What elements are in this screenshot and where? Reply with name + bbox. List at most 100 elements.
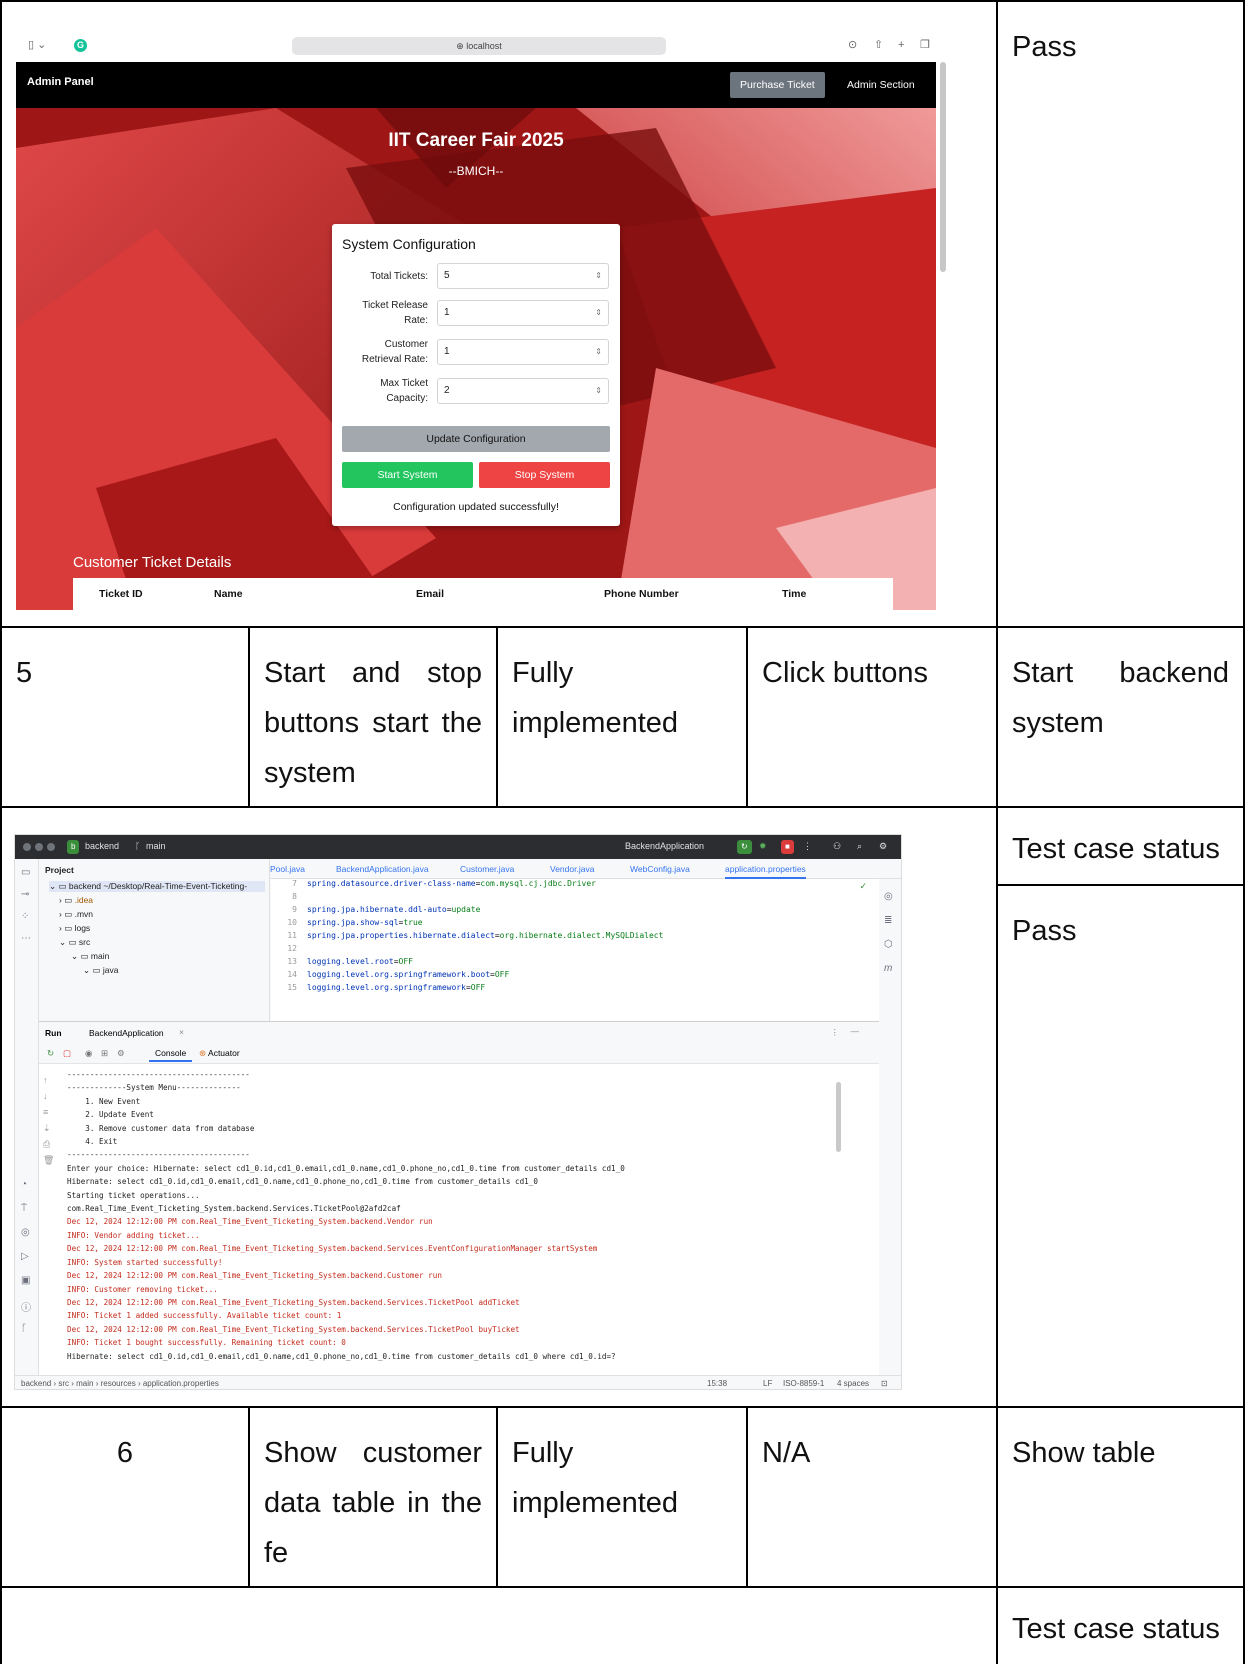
tree-item-main[interactable]: ⌄ ▭ main: [71, 951, 109, 962]
print-icon[interactable]: ⎙: [43, 1136, 59, 1152]
window-zoom-icon[interactable]: [47, 843, 55, 851]
debug-icon[interactable]: ✹: [759, 841, 767, 852]
close-tab-icon[interactable]: ×: [179, 1027, 184, 1037]
stop-system-button[interactable]: Stop System: [479, 462, 610, 488]
implementation-status: Fully implemented: [512, 657, 679, 739]
address-bar[interactable]: ⊕ localhost: [292, 37, 666, 55]
run-tool-icon[interactable]: ▷: [21, 1251, 29, 1262]
tab-webconfig[interactable]: WebConfig.java: [630, 864, 690, 874]
share-icon[interactable]: ⇧: [874, 38, 883, 52]
update-configuration-button[interactable]: Update Configuration: [342, 426, 610, 452]
stepper-icon[interactable]: ⇕: [595, 264, 602, 288]
account-icon[interactable]: ⚇: [833, 841, 841, 852]
tree-item-src[interactable]: ⌄ ▭ src: [59, 937, 90, 948]
services-tool-icon[interactable]: ◔: [21, 1179, 27, 1190]
console-line: Hibernate: select cd1_0.id,cd1_0.email,c…: [67, 1351, 616, 1361]
project-header[interactable]: Project: [45, 865, 74, 875]
row6-number: 6: [0, 1406, 250, 1588]
total-tickets-input[interactable]: 5 ⇕: [437, 263, 609, 289]
camera-icon[interactable]: ◉: [85, 1048, 92, 1059]
tree-item-logs[interactable]: › ▭ logs: [59, 923, 90, 934]
stepper-icon[interactable]: ⇕: [595, 379, 602, 403]
tab-customer[interactable]: Customer.java: [460, 864, 514, 874]
window-close-icon[interactable]: [23, 843, 31, 851]
rerun-icon[interactable]: ↻: [737, 840, 752, 854]
problems-tool-icon[interactable]: ⓘ: [21, 1299, 31, 1314]
tree-item-backend[interactable]: ⌄ ▭ backend ~/Desktop/Real-Time-Event-Ti…: [49, 881, 265, 892]
scroll-down-icon[interactable]: ↓: [43, 1088, 59, 1104]
sidebar-toggle-icon[interactable]: ▯ ⌄: [28, 38, 46, 52]
scroll-end-icon[interactable]: ⇣: [43, 1120, 59, 1136]
hide-panel-icon[interactable]: —: [851, 1026, 860, 1036]
tab-actuator[interactable]: ⊛ Actuator: [199, 1048, 240, 1059]
project-tree: Project ⌄ ▭ backend ~/Desktop/Real-Time-…: [39, 859, 270, 1021]
console-line: INFO: Vendor adding ticket...: [67, 1230, 200, 1240]
console-line: ----------------------------------------: [67, 1070, 250, 1079]
ai-assistant-icon[interactable]: ◎: [884, 891, 893, 902]
tab-console[interactable]: Console: [149, 1048, 193, 1062]
grammarly-icon[interactable]: G: [74, 39, 87, 52]
database-icon[interactable]: ≣: [884, 915, 892, 926]
debug-tool-icon[interactable]: ◎: [21, 1227, 30, 1238]
console-output[interactable]: ----------------------------------------…: [67, 1068, 827, 1374]
build-tool-icon[interactable]: ⍑: [21, 1203, 27, 1214]
navbar-brand[interactable]: Admin Panel: [27, 76, 94, 88]
rerun-icon[interactable]: ↻: [47, 1048, 54, 1059]
run-options-icon[interactable]: ⋮: [831, 1027, 840, 1038]
settings-icon[interactable]: ⚙: [117, 1048, 125, 1059]
project-tool-icon[interactable]: ▭: [21, 867, 30, 878]
nav-admin-section[interactable]: Admin Section: [837, 72, 925, 98]
release-rate-input[interactable]: 1 ⇕: [437, 300, 609, 326]
stop-run-icon[interactable]: ■: [781, 840, 794, 854]
code-editor[interactable]: 7 spring.datasource.driver-class-name=com…: [271, 879, 879, 1021]
tree-item-mvn[interactable]: › ▭ .mvn: [59, 909, 93, 920]
tab-pool[interactable]: Pool.java: [270, 864, 305, 874]
stepper-icon[interactable]: ⇕: [595, 301, 602, 325]
tree-item-java[interactable]: ⌄ ▭ java: [83, 965, 118, 976]
run-config-tab[interactable]: BackendApplication: [89, 1028, 164, 1038]
nav-purchase-ticket[interactable]: Purchase Ticket: [730, 72, 825, 98]
structure-tool-icon[interactable]: ⁘: [21, 911, 29, 922]
new-tab-icon[interactable]: +: [898, 38, 904, 52]
console-scrollbar[interactable]: [836, 1082, 841, 1152]
page-scrollbar[interactable]: [940, 62, 946, 272]
retrieval-rate-input[interactable]: 1 ⇕: [437, 339, 609, 365]
ide-title-bar: b backend ᚴ main BackendApplication ↻ ✹ …: [15, 835, 901, 859]
branch-name[interactable]: main: [146, 841, 166, 851]
status-breadcrumb[interactable]: backend › src › main › resources › appli…: [21, 1379, 219, 1388]
more-tools-icon[interactable]: ⋯: [21, 933, 31, 944]
indent-setting[interactable]: 4 spaces: [837, 1379, 869, 1388]
settings-icon[interactable]: ⚙: [879, 841, 887, 852]
project-name[interactable]: backend: [85, 841, 119, 851]
start-system-button[interactable]: Start System: [342, 462, 473, 488]
tab-vendor[interactable]: Vendor.java: [550, 864, 594, 874]
max-capacity-input[interactable]: 2 ⇕: [437, 378, 609, 404]
clear-icon[interactable]: 🗑: [43, 1152, 59, 1168]
lock-icon[interactable]: ⊡: [881, 1379, 888, 1388]
terminal-tool-icon[interactable]: ▣: [21, 1275, 30, 1286]
tree-item-idea[interactable]: › ▭ .idea: [59, 895, 93, 906]
restore-icon[interactable]: ⊞: [101, 1048, 108, 1059]
window-minimize-icon[interactable]: [35, 843, 43, 851]
scroll-up-icon[interactable]: ↑: [43, 1072, 59, 1088]
tabs-overview-icon[interactable]: ❐: [920, 38, 930, 52]
cursor-position[interactable]: 15:38: [707, 1379, 727, 1388]
git-tool-icon[interactable]: ᚴ: [21, 1323, 27, 1334]
line-separator[interactable]: LF: [763, 1379, 772, 1388]
run-config-name[interactable]: BackendApplication: [625, 841, 704, 851]
m-icon[interactable]: m: [884, 963, 892, 974]
download-icon[interactable]: ⊙: [848, 38, 857, 52]
file-encoding[interactable]: ISO-8859-1: [783, 1379, 824, 1388]
tab-backend-application[interactable]: BackendApplication.java: [336, 864, 429, 874]
search-icon[interactable]: ⌕: [857, 841, 862, 852]
stop-icon[interactable]: ▢: [63, 1048, 71, 1059]
tab-application-properties[interactable]: application.properties: [725, 864, 806, 879]
commit-tool-icon[interactable]: ⊸: [21, 889, 29, 900]
maven-icon[interactable]: ⬡: [884, 939, 893, 950]
soft-wrap-icon[interactable]: ≡: [43, 1104, 59, 1120]
inspection-ok-icon[interactable]: ✓: [859, 881, 867, 892]
test-case-status-header: Test case status: [1012, 833, 1220, 865]
more-actions-icon[interactable]: ⋮: [803, 841, 812, 852]
project-badge[interactable]: b: [67, 840, 80, 854]
stepper-icon[interactable]: ⇕: [595, 340, 602, 364]
